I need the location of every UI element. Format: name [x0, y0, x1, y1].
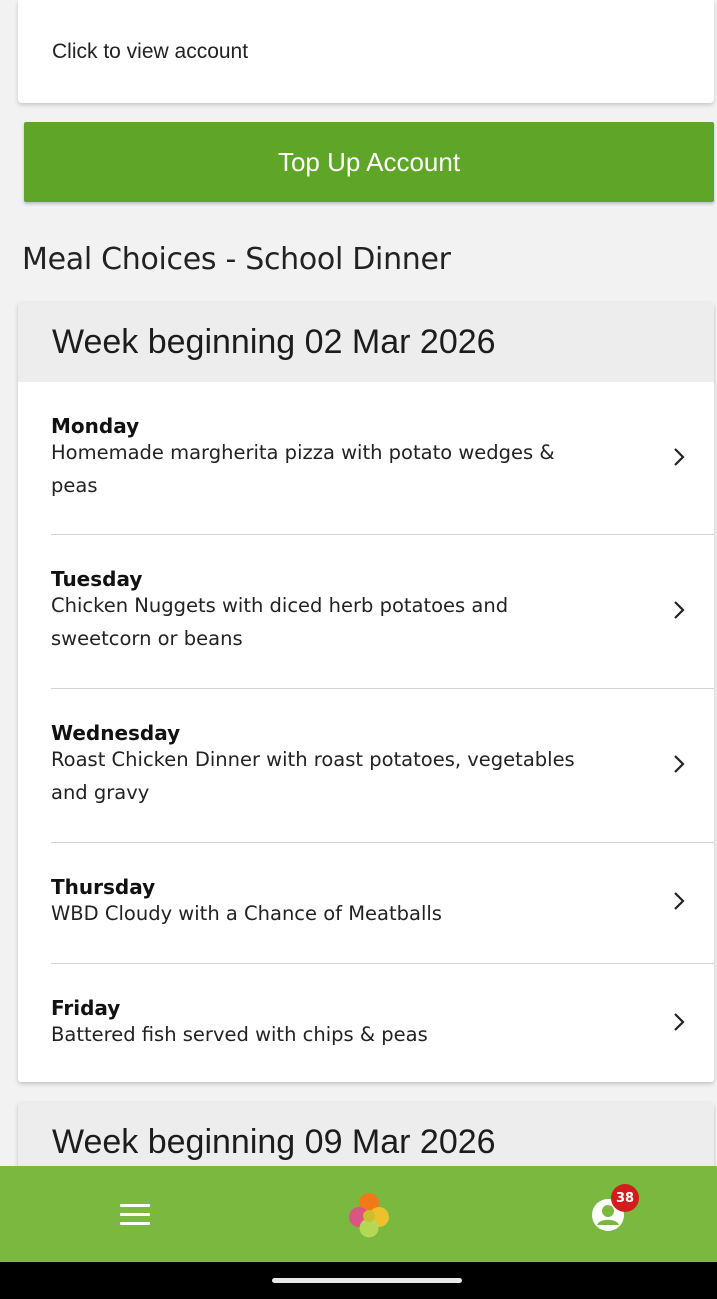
chevron-right-icon — [674, 892, 685, 910]
app-logo-icon — [349, 1193, 389, 1238]
chevron-right-icon — [674, 1013, 685, 1031]
week-card: Week beginning 02 Mar 2026 Monday Homema… — [18, 302, 714, 1082]
day-label: Wednesday — [51, 721, 181, 745]
hamburger-menu-icon — [120, 1204, 150, 1225]
meal-row-monday[interactable]: Monday Homemade margherita pizza with po… — [51, 382, 714, 535]
home-button[interactable] — [314, 1166, 424, 1262]
meal-row-friday[interactable]: Friday Battered fish served with chips &… — [51, 964, 714, 1081]
top-up-account-button[interactable]: Top Up Account — [24, 122, 714, 202]
meal-description: Roast Chicken Dinner with roast potatoes… — [51, 748, 575, 804]
bottom-nav-bar — [0, 1166, 717, 1262]
system-nav-bar — [0, 1262, 717, 1299]
notification-badge: 38 — [611, 1184, 639, 1212]
meal-description: WBD Cloudy with a Chance of Meatballs — [51, 902, 442, 925]
meal-description: Battered fish served with chips & peas — [51, 1023, 428, 1046]
chevron-right-icon — [674, 601, 685, 619]
day-label: Friday — [51, 996, 121, 1020]
week-header: Week beginning 02 Mar 2026 — [18, 302, 714, 382]
menu-button[interactable] — [80, 1166, 190, 1262]
day-label: Tuesday — [51, 567, 143, 591]
meal-row-tuesday[interactable]: Tuesday Chicken Nuggets with diced herb … — [51, 535, 714, 689]
page-title: Meal Choices - School Dinner — [22, 242, 451, 277]
chevron-right-icon — [674, 448, 685, 466]
home-indicator[interactable] — [272, 1278, 462, 1283]
meal-row-thursday[interactable]: Thursday WBD Cloudy with a Chance of Mea… — [51, 843, 714, 964]
view-account-link[interactable]: Click to view account — [52, 40, 248, 64]
meal-row-wednesday[interactable]: Wednesday Roast Chicken Dinner with roas… — [51, 689, 714, 843]
account-card[interactable]: Click to view account — [18, 0, 714, 103]
meal-description: Chicken Nuggets with diced herb potatoes… — [51, 594, 509, 650]
profile-button[interactable] — [560, 1166, 670, 1262]
day-label: Monday — [51, 414, 140, 438]
day-label: Thursday — [51, 875, 156, 899]
chevron-right-icon — [674, 755, 685, 773]
meal-description: Homemade margherita pizza with potato we… — [51, 441, 555, 497]
